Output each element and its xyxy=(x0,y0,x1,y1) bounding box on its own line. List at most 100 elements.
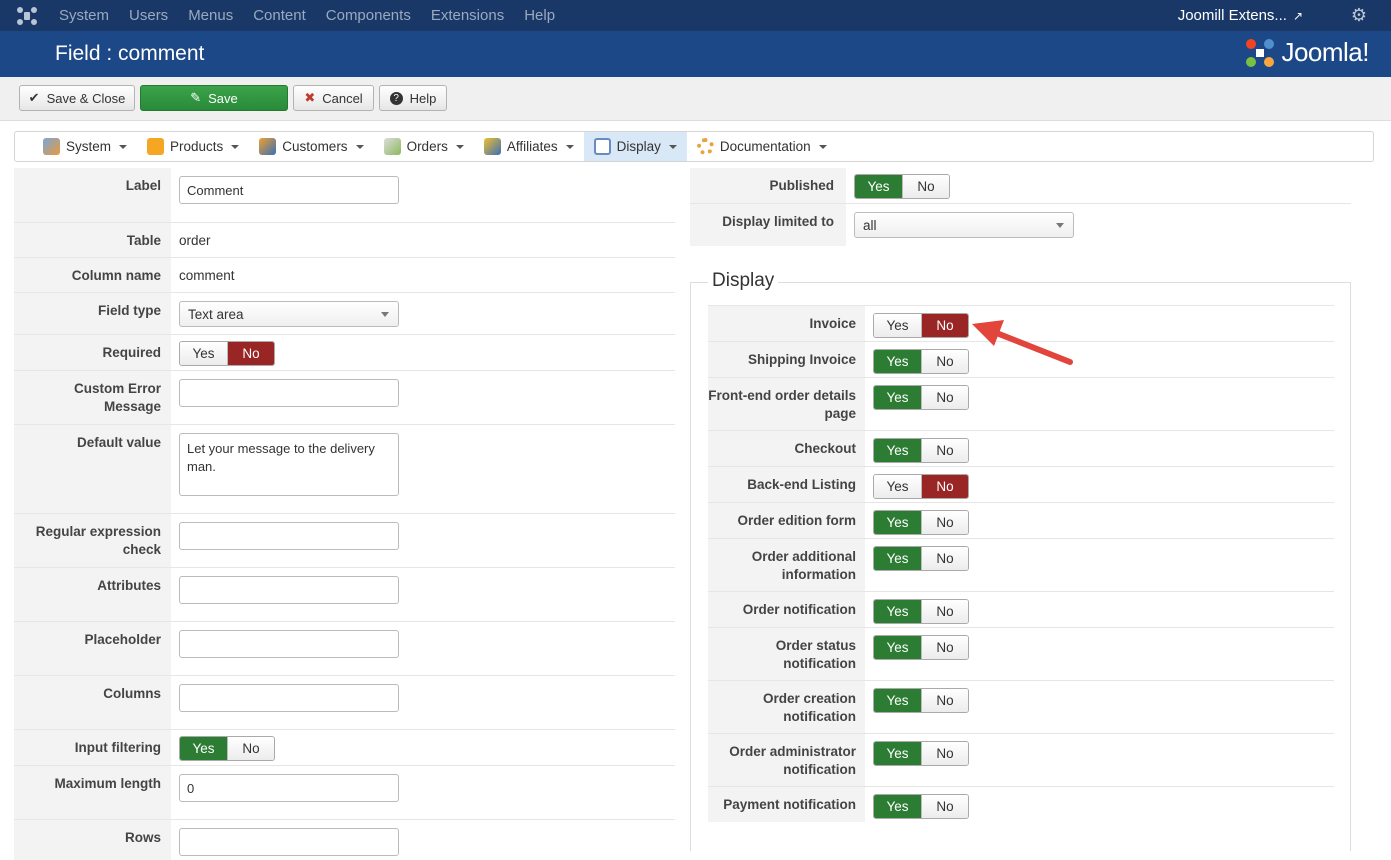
default-value-textarea[interactable]: Let your message to the delivery man. xyxy=(179,433,399,496)
row-placeholder: Placeholder xyxy=(14,622,675,676)
menu-content[interactable]: Content xyxy=(253,7,306,24)
backend-listing-yes[interactable]: Yes xyxy=(874,475,921,498)
subnav-customers[interactable]: Customers xyxy=(249,132,373,161)
payment-notification-toggle: Yes No xyxy=(873,794,969,819)
checkout-yes[interactable]: Yes xyxy=(874,439,921,462)
save-close-button[interactable]: ✔ Save & Close xyxy=(19,85,135,111)
placeholder-input[interactable] xyxy=(179,630,399,658)
site-link[interactable]: Joomill Extens... ↗ xyxy=(1178,7,1303,24)
input-filtering-toggle: Yes No xyxy=(179,736,275,761)
wrench-icon xyxy=(43,138,60,155)
display-limited-select[interactable]: all xyxy=(854,212,1074,238)
joomla-logo-icon[interactable] xyxy=(16,6,38,26)
shipping-invoice-no[interactable]: No xyxy=(921,350,968,373)
default-value-label: Default value xyxy=(14,425,171,513)
frontend-order-no[interactable]: No xyxy=(921,386,968,409)
menu-extensions[interactable]: Extensions xyxy=(431,7,504,24)
order-creation-toggle: Yes No xyxy=(873,688,969,713)
columns-label: Columns xyxy=(14,676,171,729)
order-status-yes[interactable]: Yes xyxy=(874,636,921,659)
display-row-backend-listing: Back-end Listing Yes No xyxy=(708,466,1334,502)
display-row-label: Invoice xyxy=(708,306,865,341)
cancel-label: Cancel xyxy=(322,90,363,106)
help-ring-icon xyxy=(696,138,714,155)
save-button[interactable]: ✎ Save xyxy=(140,85,288,111)
label-input[interactable]: Comment xyxy=(179,176,399,204)
subnav-display-label: Display xyxy=(616,139,661,154)
menu-components[interactable]: Components xyxy=(326,7,411,24)
check-icon: ✔ xyxy=(28,90,40,105)
display-row-frontend-order: Front-end order details page Yes No xyxy=(708,377,1334,430)
frontend-order-toggle: Yes No xyxy=(873,385,969,410)
row-published: Published Yes No xyxy=(690,168,1351,204)
field-type-value: Text area xyxy=(188,307,244,322)
column-name-value: comment xyxy=(179,268,235,283)
attributes-input[interactable] xyxy=(179,576,399,604)
attributes-label: Attributes xyxy=(14,568,171,621)
menu-help[interactable]: Help xyxy=(524,7,555,24)
published-label: Published xyxy=(690,168,846,203)
backend-listing-toggle: Yes No xyxy=(873,474,969,499)
rows-input[interactable] xyxy=(179,828,399,856)
maximum-length-input[interactable]: 0 xyxy=(179,774,399,802)
field-type-label: Field type xyxy=(14,293,171,334)
order-icon xyxy=(383,138,401,155)
regex-input[interactable] xyxy=(179,522,399,550)
display-row-order-status: Order status notification Yes No xyxy=(708,627,1334,680)
order-admin-no[interactable]: No xyxy=(921,742,968,765)
row-columns: Columns xyxy=(14,676,675,730)
display-icon xyxy=(593,138,611,155)
subnav-orders[interactable]: Orders xyxy=(374,132,474,161)
order-admin-yes[interactable]: Yes xyxy=(874,742,921,765)
subnav-affiliates[interactable]: Affiliates xyxy=(474,132,584,161)
subnav-system[interactable]: System xyxy=(15,132,137,161)
field-type-select[interactable]: Text area xyxy=(179,301,399,327)
invoice-no[interactable]: No xyxy=(921,314,968,337)
order-creation-yes[interactable]: Yes xyxy=(874,689,921,712)
payment-notification-no[interactable]: No xyxy=(921,795,968,818)
order-edition-yes[interactable]: Yes xyxy=(874,511,921,534)
display-row-label: Checkout xyxy=(708,431,865,466)
menu-menus[interactable]: Menus xyxy=(188,7,233,24)
save-close-label: Save & Close xyxy=(46,90,126,106)
menu-users[interactable]: Users xyxy=(129,7,168,24)
frontend-order-yes[interactable]: Yes xyxy=(874,386,921,409)
subnav-products-label: Products xyxy=(170,139,224,154)
subnav-affiliates-label: Affiliates xyxy=(506,139,558,154)
published-yes[interactable]: Yes xyxy=(855,175,902,198)
input-filtering-yes[interactable]: Yes xyxy=(180,737,227,760)
backend-listing-no[interactable]: No xyxy=(921,475,968,498)
shipping-invoice-yes[interactable]: Yes xyxy=(874,350,921,373)
display-row-label: Shipping Invoice xyxy=(708,342,865,377)
brand-name: Joomla! xyxy=(1281,37,1369,67)
checkout-no[interactable]: No xyxy=(921,439,968,462)
invoice-yes[interactable]: Yes xyxy=(874,314,921,337)
row-input-filtering: Input filtering Yes No xyxy=(14,730,675,766)
display-rows: Invoice Yes No Shipping Invoice Yes No Fro… xyxy=(708,305,1334,822)
order-notification-yes[interactable]: Yes xyxy=(874,600,921,623)
menu-system[interactable]: System xyxy=(59,7,109,24)
order-edition-no[interactable]: No xyxy=(921,511,968,534)
order-status-no[interactable]: No xyxy=(921,636,968,659)
cancel-button[interactable]: ✖ Cancel xyxy=(293,85,374,111)
order-creation-no[interactable]: No xyxy=(921,689,968,712)
input-filtering-no[interactable]: No xyxy=(227,737,274,760)
gear-icon[interactable]: ⚙ xyxy=(1351,5,1367,26)
help-button[interactable]: ? Help xyxy=(379,85,447,111)
order-additional-yes[interactable]: Yes xyxy=(874,547,921,570)
required-yes[interactable]: Yes xyxy=(180,342,227,365)
payment-notification-yes[interactable]: Yes xyxy=(874,795,921,818)
subnav-display[interactable]: Display xyxy=(583,132,687,161)
required-no[interactable]: No xyxy=(227,342,274,365)
custom-error-input[interactable] xyxy=(179,379,399,407)
subnav-system-label: System xyxy=(66,139,112,154)
admin-menu: System Users Menus Content Components Ex… xyxy=(59,0,575,31)
order-additional-no[interactable]: No xyxy=(921,547,968,570)
joomla-brand-icon xyxy=(1246,38,1275,67)
columns-input[interactable] xyxy=(179,684,399,712)
order-notification-no[interactable]: No xyxy=(921,600,968,623)
published-no[interactable]: No xyxy=(902,175,949,198)
subnav-documentation[interactable]: Documentation xyxy=(687,132,837,161)
subnav-products[interactable]: Products xyxy=(137,132,249,161)
display-row-label: Order status notification xyxy=(708,628,865,680)
